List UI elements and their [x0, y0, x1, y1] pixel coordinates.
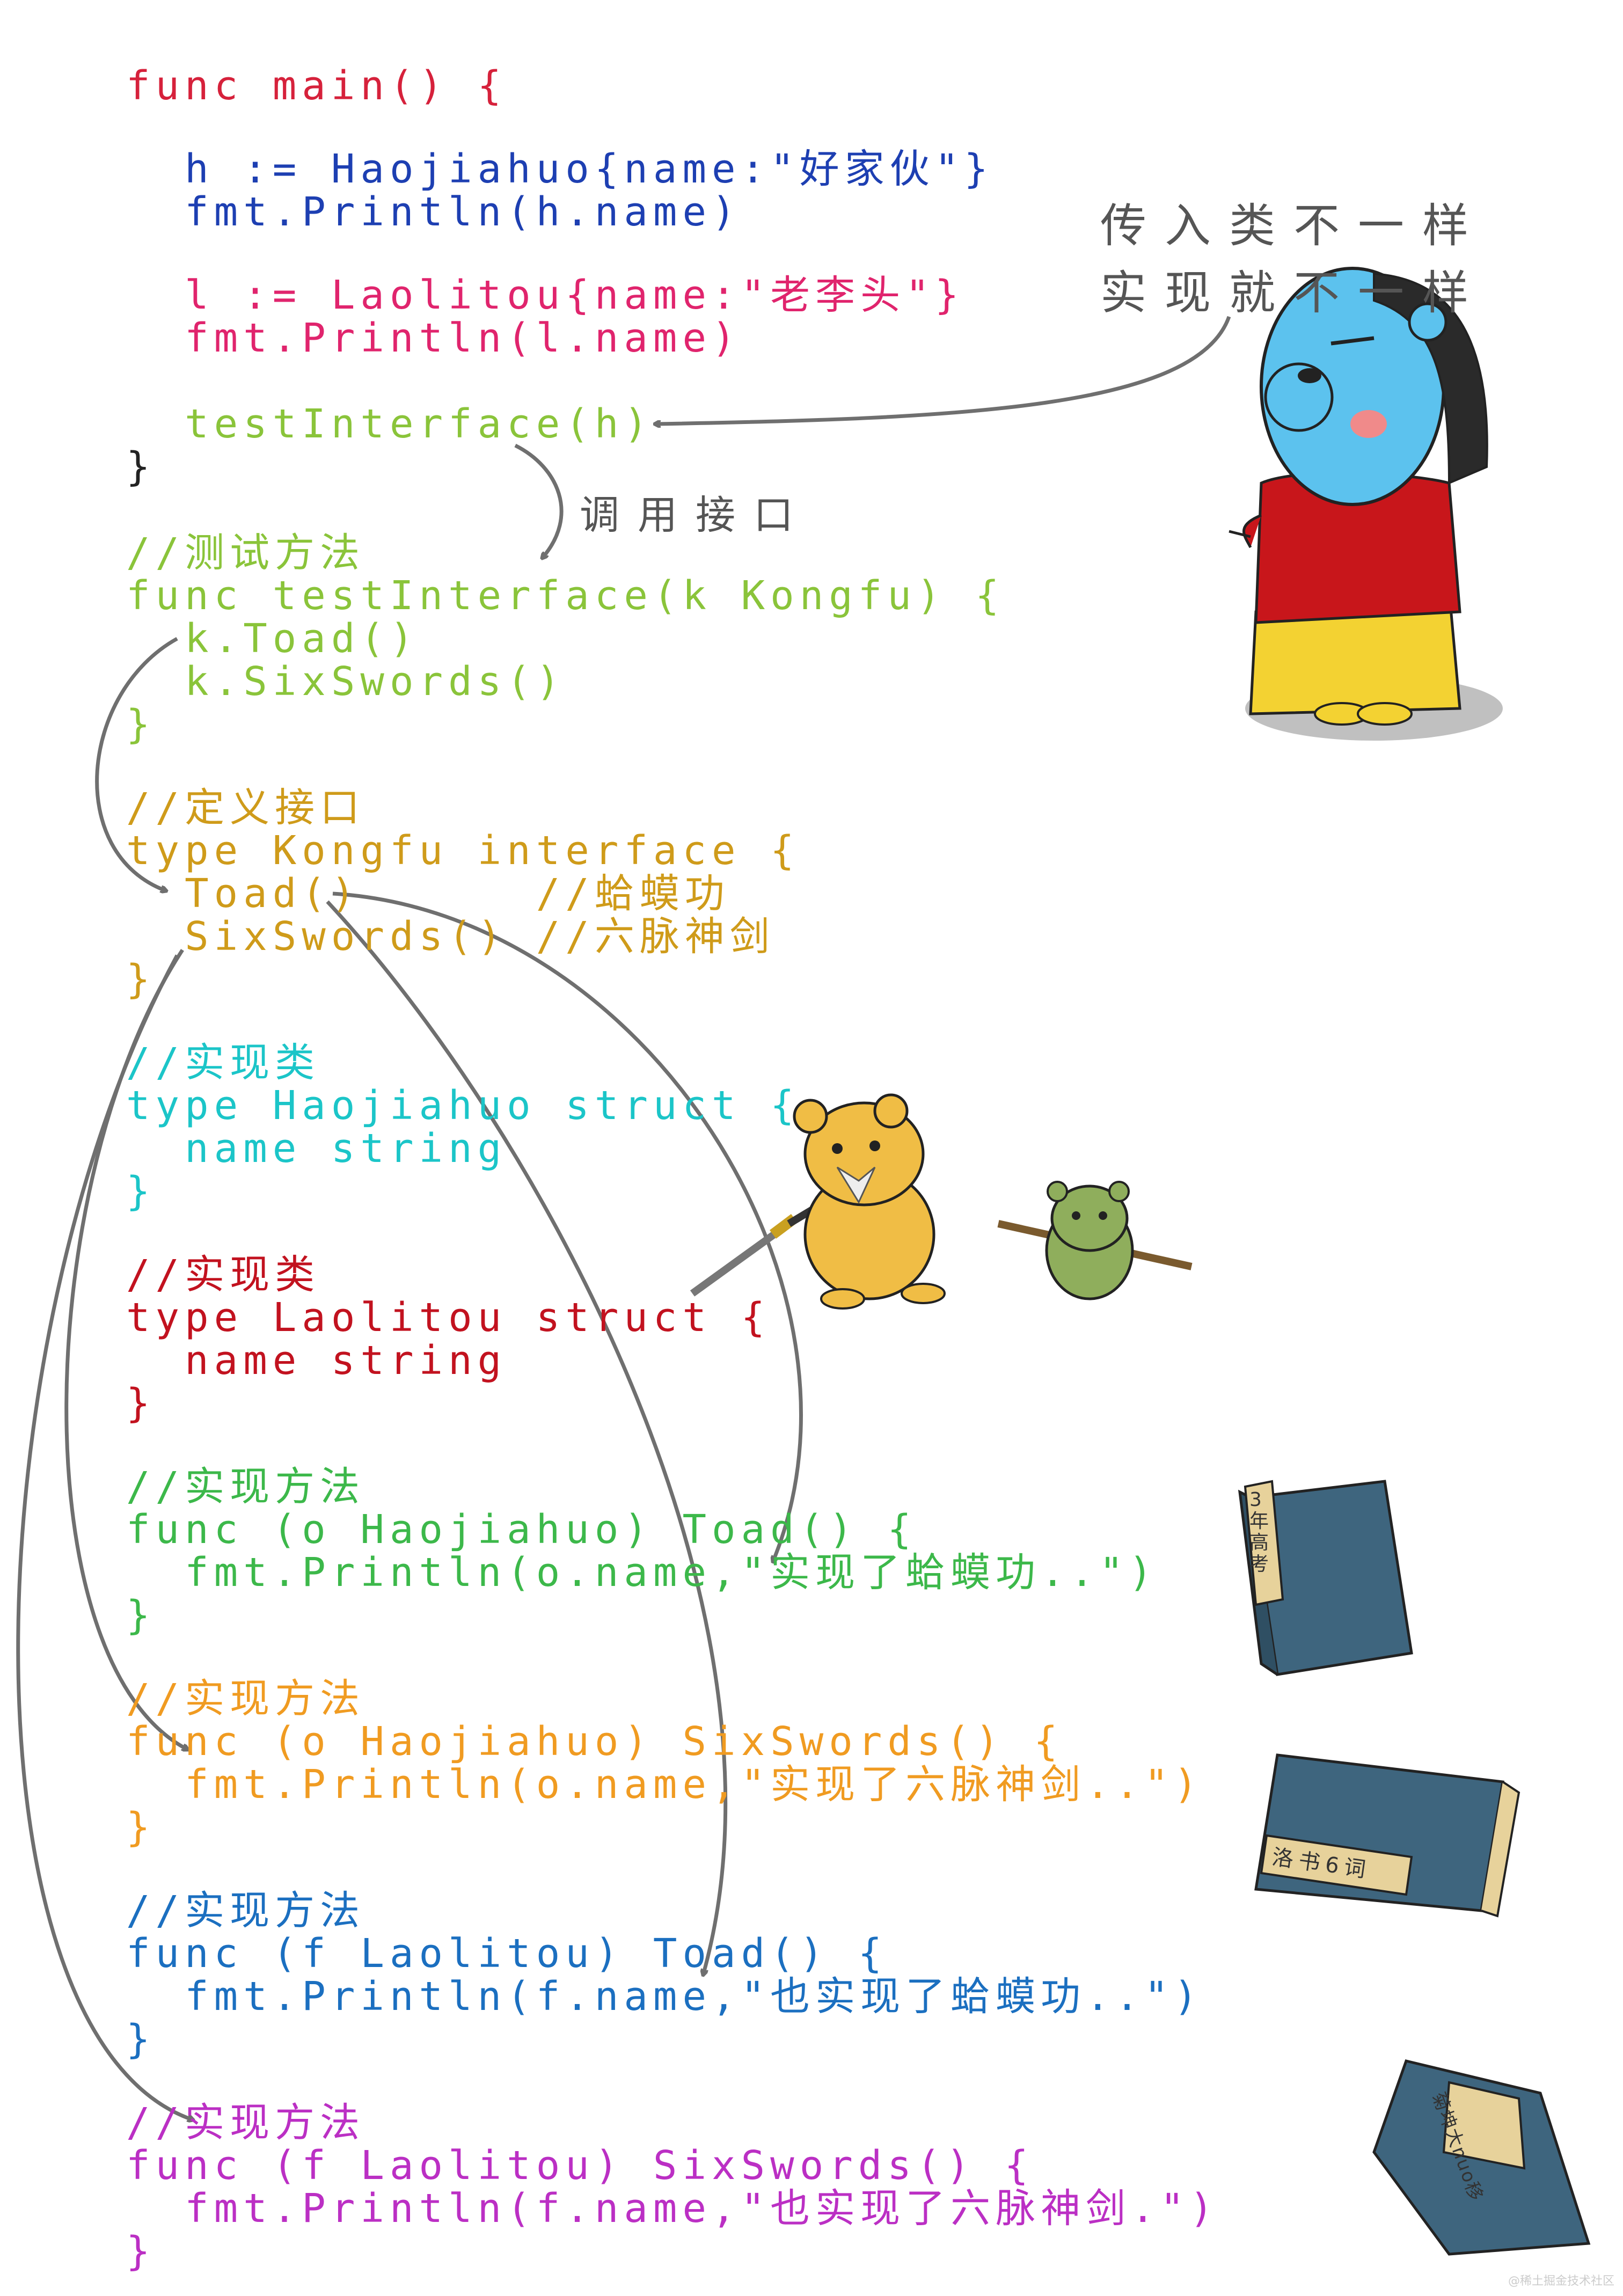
toad-impl3-arrow: [326, 900, 728, 1975]
struct-laolitou-field: name string: [126, 1337, 507, 1384]
method1-body: fmt.Println(o.name,"实现了蛤蟆功.."): [126, 1549, 1158, 1596]
interface-comment: //定义接口: [126, 785, 365, 831]
method1-signature: func (o Haojiahuo) Toad() {: [126, 1507, 917, 1553]
method2-signature: func (o Haojiahuo) SixSwords() {: [126, 1719, 1063, 1765]
struct-laolitou-comment: //实现类: [126, 1252, 320, 1298]
note-line-1: 传入类不一样: [1100, 199, 1487, 253]
test-method-sixswords-call: k.SixSwords(): [126, 659, 566, 705]
book-1-title: 3年高考: [1249, 1489, 1270, 1575]
call-interface-label: 调用接口: [580, 492, 812, 538]
method1-close-brace: }: [126, 1592, 156, 1639]
method3-body: fmt.Println(f.name,"也实现了蛤蟆功.."): [126, 1973, 1203, 2020]
method3-comment: //实现方法: [126, 1888, 365, 1934]
haojiahuo-instance-line: h := Haojiahuo{name:"好家伙"}: [126, 146, 993, 192]
haojiahuo-print-line: fmt.Println(h.name): [126, 189, 741, 235]
method2-body: fmt.Println(o.name,"实现了六脉神剑.."): [126, 1761, 1203, 1808]
laolitou-print-line: fmt.Println(l.name): [126, 315, 741, 361]
main-func-close-brace: }: [126, 444, 156, 490]
main-func-signature: func main() {: [126, 63, 507, 109]
page: func main() { h := Haojiahuo{name:"好家伙"}…: [0, 0, 1623, 2296]
method4-comment: //实现方法: [126, 2100, 365, 2146]
interface-signature: type Kongfu interface {: [126, 828, 800, 874]
test-method-signature: func testInterface(k Kongfu) {: [126, 573, 1005, 619]
method4-body: fmt.Println(f.name,"也实现了六脉神剑."): [126, 2185, 1219, 2232]
note-line-2: 实现就不一样: [1100, 266, 1487, 320]
struct-haojiahuo-comment: //实现类: [126, 1040, 320, 1086]
laolitou-instance-line: l := Laolitou{name:"老李头"}: [126, 272, 964, 318]
method1-comment: //实现方法: [126, 1464, 365, 1510]
book-3-illustration: [1372, 2059, 1591, 2256]
call-arrow: [514, 443, 564, 558]
struct-laolitou-signature: type Laolitou struct {: [126, 1295, 771, 1341]
interface-close-brace: }: [126, 956, 156, 1003]
test-method-close-brace: }: [126, 701, 156, 748]
method4-close-brace: }: [126, 2228, 156, 2275]
struct-haojiahuo-signature: type Haojiahuo struct {: [126, 1083, 800, 1129]
method3-signature: func (f Laolitou) Toad() {: [126, 1931, 888, 1977]
struct-haojiahuo-close-brace: }: [126, 1168, 156, 1215]
test-method-toad-call: k.Toad(): [126, 616, 419, 662]
red-shirt-bear-illustration: [1229, 267, 1503, 741]
struct-laolitou-close-brace: }: [126, 1380, 156, 1427]
method2-comment: //实现方法: [126, 1676, 365, 1722]
method4-signature: func (f Laolitou) SixSwords() {: [126, 2143, 1034, 2189]
struct-haojiahuo-field: name string: [126, 1125, 507, 1172]
interface-toad-method: Toad() //蛤蟆功: [126, 871, 730, 917]
staff-creature-illustration: [997, 1181, 1193, 1300]
test-interface-call-line: testInterface(h): [126, 401, 653, 447]
method3-close-brace: }: [126, 2016, 156, 2063]
interface-sixswords-method: SixSwords() //六脉神剑: [126, 913, 775, 960]
test-method-comment: //测试方法: [126, 530, 365, 576]
method2-close-brace: }: [126, 1804, 156, 1851]
watermark: @稀土掘金技术社区: [1508, 2275, 1615, 2288]
book-2-illustration: [1254, 1753, 1520, 1918]
